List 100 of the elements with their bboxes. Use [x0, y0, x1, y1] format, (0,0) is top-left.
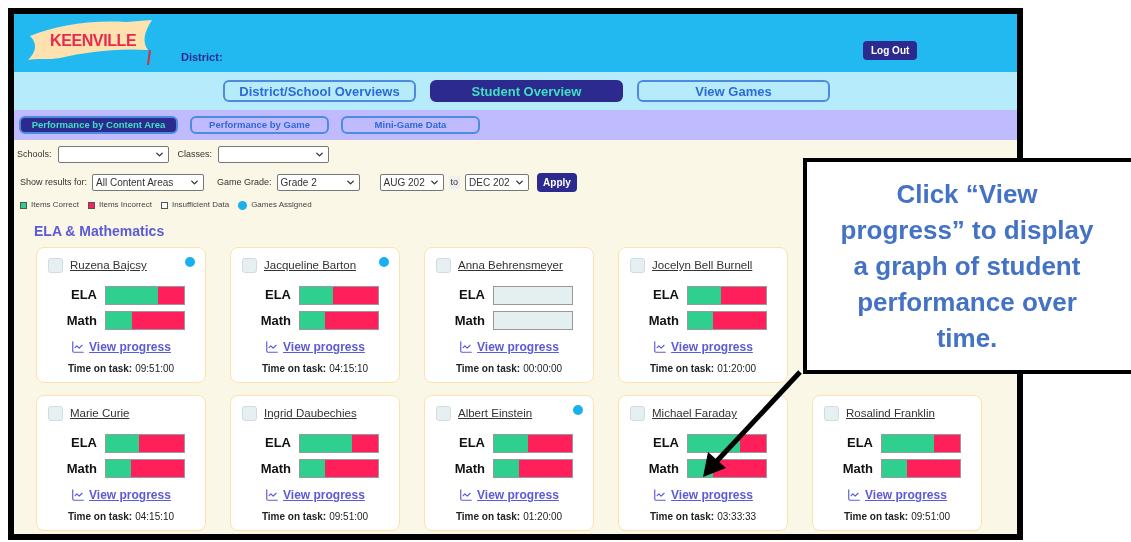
- subject-label: Math: [453, 459, 485, 478]
- section-title: ELA & Mathematics: [34, 222, 165, 241]
- checkbox[interactable]: [48, 258, 63, 274]
- sub-tab[interactable]: Performance by Content Area: [19, 116, 178, 134]
- chevron-icon: [153, 149, 165, 160]
- checkbox[interactable]: [630, 258, 645, 274]
- view-progress-link[interactable]: View progress: [89, 338, 171, 357]
- logo-text: KEENVILLE: [50, 31, 137, 51]
- student-name-link[interactable]: Albert Einstein: [458, 405, 533, 423]
- field-label: Classes:: [177, 147, 213, 161]
- view-progress-link[interactable]: View progress: [671, 338, 753, 357]
- chart-icon: [265, 488, 280, 503]
- chevron-icon: [514, 177, 526, 188]
- nav-tab[interactable]: Student Overview: [430, 80, 623, 102]
- dropdown-field[interactable]: [57, 146, 169, 163]
- subject-label: Math: [841, 459, 873, 478]
- checkbox[interactable]: [630, 406, 645, 422]
- legend-label: Items Incorrect: [99, 199, 152, 211]
- chevron-icon: [314, 149, 326, 160]
- chart-icon: [653, 488, 668, 503]
- checkbox[interactable]: [436, 258, 451, 274]
- nav-tab[interactable]: View Games: [637, 80, 830, 102]
- student-name-link[interactable]: Marie Curie: [70, 405, 130, 423]
- view-progress-link[interactable]: View progress: [283, 338, 365, 357]
- student-name-link[interactable]: Anna Behrensmeyer: [458, 257, 563, 275]
- subject-label: Math: [65, 459, 97, 478]
- student-name-link[interactable]: Ruzena Bajcsy: [70, 257, 147, 275]
- view-progress-link[interactable]: View progress: [477, 486, 559, 505]
- time-value: 04:15:10: [329, 362, 369, 377]
- time-value: 01:20:00: [717, 362, 757, 377]
- dropdown-field[interactable]: [218, 146, 330, 163]
- subject-label: Math: [647, 311, 679, 330]
- chart-icon: [459, 488, 474, 503]
- time-value: 03:33:33: [717, 510, 757, 525]
- view-progress-link[interactable]: View progress: [865, 486, 947, 505]
- chart-icon: [265, 340, 280, 355]
- legend-label: Insufficient Data: [171, 199, 230, 211]
- time-value: 09:51:00: [329, 510, 369, 525]
- subject-label: Math: [453, 311, 485, 330]
- student-name-link[interactable]: Jocelyn Bell Burnell: [652, 257, 753, 275]
- legend-label: Games Assigned: [251, 199, 312, 211]
- chevron-icon: [189, 177, 201, 188]
- range-separator: to: [448, 175, 461, 190]
- subject-label: Math: [65, 311, 97, 330]
- time-value: 09:51:00: [911, 510, 951, 525]
- subject-label: ELA: [70, 286, 97, 305]
- time-label: Time on task:: [843, 510, 909, 525]
- subject-label: ELA: [70, 434, 97, 453]
- time-value: 00:00:00: [523, 362, 563, 377]
- checkbox[interactable]: [436, 406, 451, 422]
- dropdown-field[interactable]: All Content Areas: [92, 174, 205, 191]
- time-value: 04:15:10: [135, 510, 175, 525]
- chart-icon: [71, 340, 86, 355]
- checkbox[interactable]: [242, 258, 257, 274]
- student-name-link[interactable]: Rosalind Franklin: [846, 405, 935, 423]
- dropdown-field[interactable]: Grade 2: [276, 174, 360, 191]
- time-label: Time on task:: [649, 510, 715, 525]
- subject-label: Math: [647, 459, 679, 478]
- apply-button[interactable]: Apply: [537, 173, 577, 192]
- subject-label: Math: [259, 459, 291, 478]
- subject-label: Math: [259, 311, 291, 330]
- checkbox[interactable]: [824, 406, 839, 422]
- subject-label: ELA: [652, 434, 679, 453]
- legend-label: Items Correct: [31, 199, 79, 211]
- time-label: Time on task:: [261, 362, 327, 377]
- time-label: Time on task:: [67, 362, 133, 377]
- time-value: 09:51:00: [135, 362, 175, 377]
- view-progress-link[interactable]: View progress: [283, 486, 365, 505]
- subject-label: ELA: [458, 434, 485, 453]
- field-label: Show results for:: [20, 175, 88, 189]
- student-name-link[interactable]: Ingrid Daubechies: [264, 405, 357, 423]
- student-name-link[interactable]: Jacqueline Barton: [264, 257, 357, 275]
- chevron-icon: [428, 177, 440, 188]
- subject-label: ELA: [458, 286, 485, 305]
- dropdown-field[interactable]: AUG 202: [379, 174, 444, 191]
- student-name-link[interactable]: Michael Faraday: [652, 405, 737, 423]
- time-label: Time on task:: [261, 510, 327, 525]
- logout-button[interactable]: Log Out: [863, 41, 918, 60]
- time-label: Time on task:: [455, 510, 521, 525]
- subject-label: ELA: [264, 434, 291, 453]
- view-progress-link[interactable]: View progress: [89, 486, 171, 505]
- subject-label: ELA: [264, 286, 291, 305]
- chart-icon: [653, 340, 668, 355]
- view-progress-link[interactable]: View progress: [671, 486, 753, 505]
- field-label: Schools:: [17, 147, 52, 161]
- time-label: Time on task:: [67, 510, 133, 525]
- nav-tab[interactable]: District/School Overviews: [223, 80, 416, 102]
- subject-label: ELA: [652, 286, 679, 305]
- time-label: Time on task:: [455, 362, 521, 377]
- dropdown-field[interactable]: DEC 202: [465, 174, 530, 191]
- subject-label: ELA: [846, 434, 873, 453]
- view-progress-link[interactable]: View progress: [477, 338, 559, 357]
- time-label: Time on task:: [649, 362, 715, 377]
- checkbox[interactable]: [48, 406, 63, 422]
- checkbox[interactable]: [242, 406, 257, 422]
- chevron-icon: [344, 177, 356, 188]
- district-label: District:: [181, 49, 223, 65]
- field-label: Game Grade:: [217, 175, 272, 189]
- chart-icon: [459, 340, 474, 355]
- chart-icon: [847, 488, 862, 503]
